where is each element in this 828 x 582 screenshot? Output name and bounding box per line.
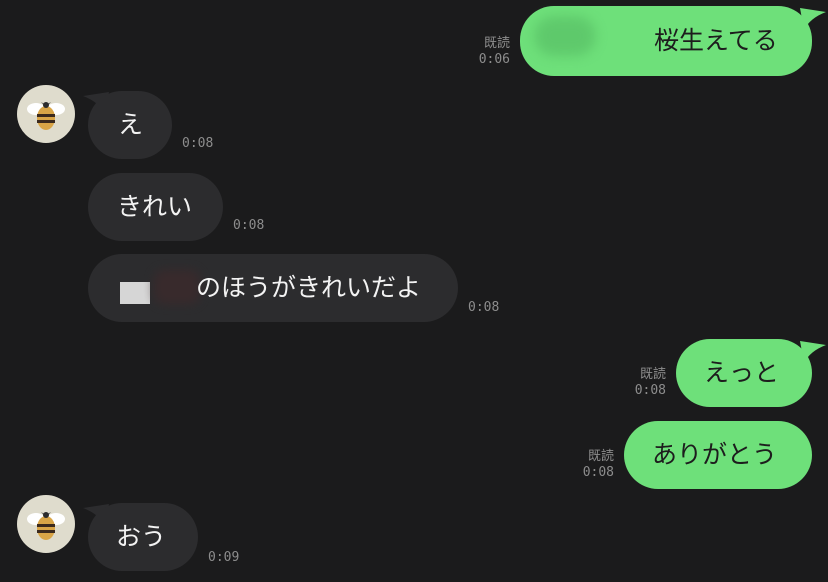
bee-icon [27,512,65,540]
chat-thread: 既読 0:06 桜生えてる え 0:08 きれい 0:08 のほうがきれいだよ … [0,0,828,582]
bee-avatar[interactable] [17,495,75,553]
message-time: 0:09 [208,550,240,565]
message-row-incoming: おう 0:09 [0,0,828,582]
message-bubble[interactable]: おう [88,503,198,571]
message-text: おう [116,522,167,551]
